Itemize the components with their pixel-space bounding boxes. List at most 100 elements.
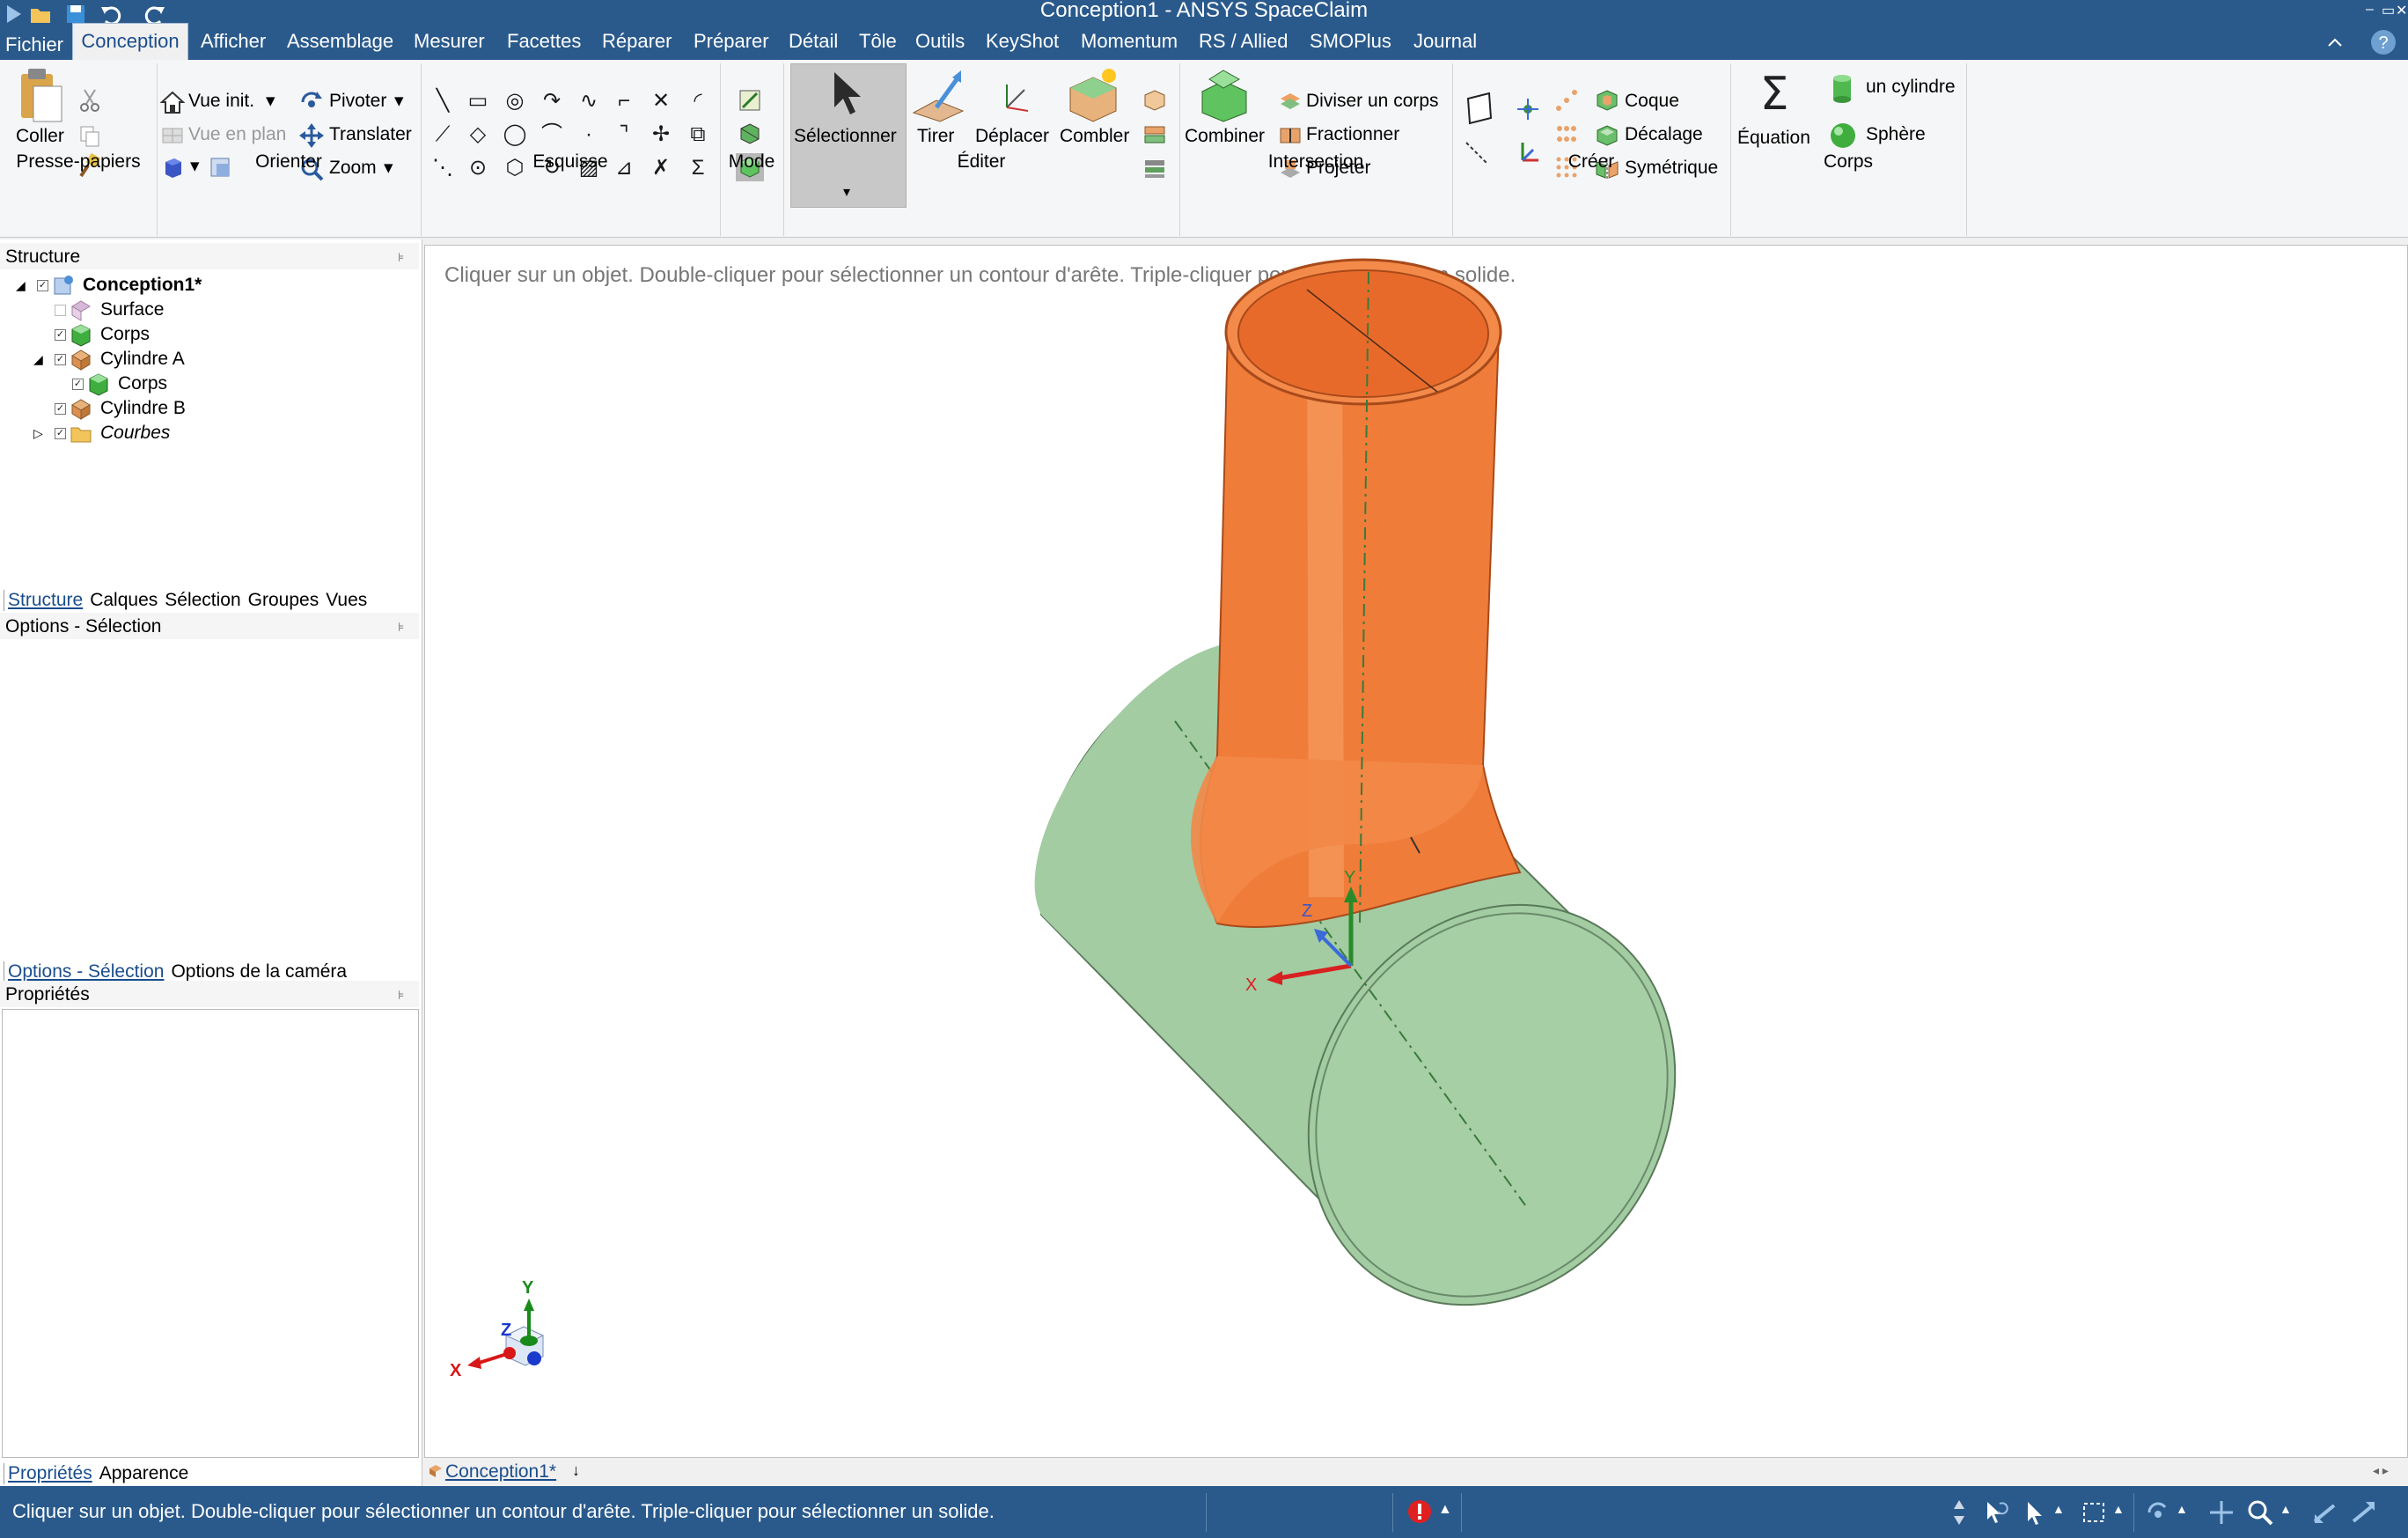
tree-item-cylinder-a[interactable]: Cylindre A bbox=[100, 347, 185, 372]
cylinder-icon[interactable] bbox=[1829, 74, 1855, 104]
3d-viewport[interactable]: Cliquer sur un objet. Double-cliquer pou… bbox=[424, 245, 2408, 1458]
pan-status-icon[interactable] bbox=[2207, 1498, 2235, 1527]
tab-scroll-icon[interactable]: ◂ ▸ bbox=[2373, 1463, 2389, 1478]
collapse-ribbon-icon[interactable] bbox=[2324, 32, 2346, 55]
error-icon[interactable] bbox=[1406, 1498, 1433, 1525]
pivot-status-dropdown-icon[interactable]: ▲ bbox=[2176, 1502, 2188, 1516]
visibility-checkbox[interactable] bbox=[55, 305, 66, 316]
pin-icon[interactable]: ⊧ bbox=[398, 620, 404, 635]
bend-tool-icon[interactable]: ◜ bbox=[685, 88, 711, 114]
corner-tool-icon[interactable]: ⌐ bbox=[611, 88, 637, 114]
orientation-cube[interactable]: Y X Z bbox=[450, 1278, 545, 1380]
sphere-button[interactable]: Sphère bbox=[1866, 123, 1926, 146]
paste-button[interactable]: Coller bbox=[16, 125, 64, 148]
line-tool-icon[interactable]: ╲ bbox=[429, 88, 456, 114]
sphere-icon[interactable] bbox=[1829, 121, 1857, 150]
spline-tool-icon[interactable]: ∿ bbox=[576, 88, 602, 114]
box-select-dropdown-icon[interactable]: ▲ bbox=[2112, 1502, 2125, 1516]
menu-mesurer[interactable]: Mesurer bbox=[414, 26, 485, 56]
pin-icon[interactable]: ⊧ bbox=[398, 988, 404, 1003]
tree-item-cylinder-b[interactable]: Cylindre B bbox=[100, 396, 186, 421]
pull-icon[interactable] bbox=[910, 69, 966, 123]
menu-afficher[interactable]: Afficher bbox=[201, 26, 266, 56]
menu-tole[interactable]: Tôle bbox=[859, 26, 897, 56]
blend-icon[interactable] bbox=[1142, 88, 1167, 113]
project-curve-icon[interactable]: ⧉ bbox=[685, 121, 711, 148]
menu-detail[interactable]: Détail bbox=[789, 26, 838, 56]
split-body-icon[interactable] bbox=[1278, 90, 1303, 114]
point-tool-icon[interactable]: · bbox=[576, 121, 602, 148]
move-button[interactable]: Déplacer bbox=[975, 125, 1049, 148]
menu-facettes[interactable]: Facettes bbox=[507, 26, 581, 56]
tab-structure[interactable]: Structure bbox=[4, 590, 86, 611]
error-dropdown-icon[interactable]: ▲ bbox=[1438, 1502, 1452, 1518]
undo-select-icon[interactable] bbox=[1980, 1498, 2008, 1527]
tab-appearance[interactable]: Apparence bbox=[96, 1463, 193, 1484]
plan-view-button[interactable]: Vue en plan bbox=[188, 123, 286, 146]
copy-icon[interactable] bbox=[77, 123, 102, 148]
menu-assemblage[interactable]: Assemblage bbox=[287, 26, 393, 56]
pivot-button[interactable]: Pivoter bbox=[329, 90, 386, 113]
document-tab[interactable]: Conception1* bbox=[445, 1461, 556, 1483]
tree-item-curves[interactable]: Courbes bbox=[100, 421, 170, 445]
expand-icon[interactable]: ◢ bbox=[33, 347, 43, 372]
next-view-icon[interactable] bbox=[2350, 1498, 2378, 1527]
home-view-button[interactable]: Vue init. bbox=[188, 90, 254, 113]
ellipse-tool-icon[interactable]: ◯ bbox=[502, 121, 528, 148]
visibility-checkbox[interactable]: ✓ bbox=[72, 379, 84, 390]
sketch-mode-icon[interactable] bbox=[738, 88, 762, 113]
tab-camera-options[interactable]: Options de la caméra bbox=[167, 961, 350, 982]
tab-selection[interactable]: Sélection bbox=[161, 590, 244, 611]
fill-button[interactable]: Combler bbox=[1060, 125, 1129, 148]
arc-tool-icon[interactable]: ↷ bbox=[539, 88, 565, 114]
select-dropdown-icon[interactable]: ▾ bbox=[843, 181, 850, 204]
select-mode-dropdown-icon[interactable]: ▲ bbox=[2052, 1502, 2065, 1516]
split-button[interactable]: Fractionner bbox=[1306, 123, 1399, 146]
menu-preparer[interactable]: Préparer bbox=[694, 26, 769, 56]
offset-icon[interactable] bbox=[1595, 123, 1619, 148]
sweep-arc-icon[interactable]: ⌒ bbox=[539, 121, 565, 148]
trim-tool-icon[interactable]: ✕ bbox=[648, 88, 674, 114]
visibility-checkbox[interactable]: ✓ bbox=[55, 354, 66, 365]
offset-button[interactable]: Décalage bbox=[1625, 123, 1703, 146]
circular-pattern-icon[interactable] bbox=[1554, 123, 1579, 148]
translate-icon[interactable] bbox=[299, 123, 324, 148]
menu-outils[interactable]: Outils bbox=[915, 26, 965, 56]
cut-icon[interactable] bbox=[77, 88, 102, 113]
zoom-status-icon[interactable] bbox=[2246, 1498, 2274, 1527]
select-mode-icon[interactable] bbox=[2021, 1498, 2049, 1527]
pull-button[interactable]: Tirer bbox=[917, 125, 954, 148]
tab-selection-options[interactable]: Options - Sélection bbox=[4, 961, 167, 982]
shell-icon[interactable] bbox=[1595, 88, 1619, 113]
replace-icon[interactable] bbox=[1142, 121, 1167, 146]
tab-layers[interactable]: Calques bbox=[86, 590, 161, 611]
scroll-updown-icon[interactable] bbox=[1945, 1498, 1973, 1527]
move-icon[interactable] bbox=[989, 72, 1039, 120]
combine-button[interactable]: Combiner bbox=[1185, 125, 1265, 148]
document-tab-pin-icon[interactable]: ↓ bbox=[572, 1461, 580, 1480]
combine-icon[interactable] bbox=[1197, 67, 1252, 123]
circle-tool-icon[interactable]: ◎ bbox=[502, 88, 528, 114]
plane-icon[interactable] bbox=[1465, 92, 1494, 125]
zoom-status-dropdown-icon[interactable]: ▲ bbox=[2280, 1502, 2292, 1516]
minimize-button[interactable]: – bbox=[2366, 2, 2374, 18]
split-body-button[interactable]: Diviser un corps bbox=[1306, 90, 1439, 113]
menu-keyshot[interactable]: KeyShot bbox=[986, 26, 1059, 56]
pin-icon[interactable]: ⊧ bbox=[398, 250, 404, 265]
linear-pattern-icon[interactable] bbox=[1554, 88, 1579, 113]
equation-button[interactable]: Équation bbox=[1737, 127, 1810, 150]
menu-file[interactable]: Fichier bbox=[5, 30, 63, 60]
tree-item-surface[interactable]: Surface bbox=[100, 298, 164, 322]
offset-curve-icon[interactable]: ⌝ bbox=[611, 121, 637, 148]
visibility-checkbox[interactable]: ✓ bbox=[37, 280, 48, 291]
translate-button[interactable]: Translater bbox=[329, 123, 412, 146]
rectangle-tool-icon[interactable]: ▭ bbox=[465, 88, 491, 114]
tab-groups[interactable]: Groupes bbox=[245, 590, 323, 611]
tree-item-design[interactable]: Conception1* bbox=[83, 273, 202, 298]
cylinder-a[interactable] bbox=[1191, 258, 1522, 928]
cylinder-button[interactable]: un cylindre bbox=[1866, 76, 1956, 99]
maximize-button[interactable]: ▭ bbox=[2382, 2, 2395, 19]
visibility-checkbox[interactable]: ✓ bbox=[55, 329, 66, 341]
split-curve-icon[interactable]: ✢ bbox=[648, 121, 674, 148]
home-icon[interactable] bbox=[160, 90, 185, 114]
